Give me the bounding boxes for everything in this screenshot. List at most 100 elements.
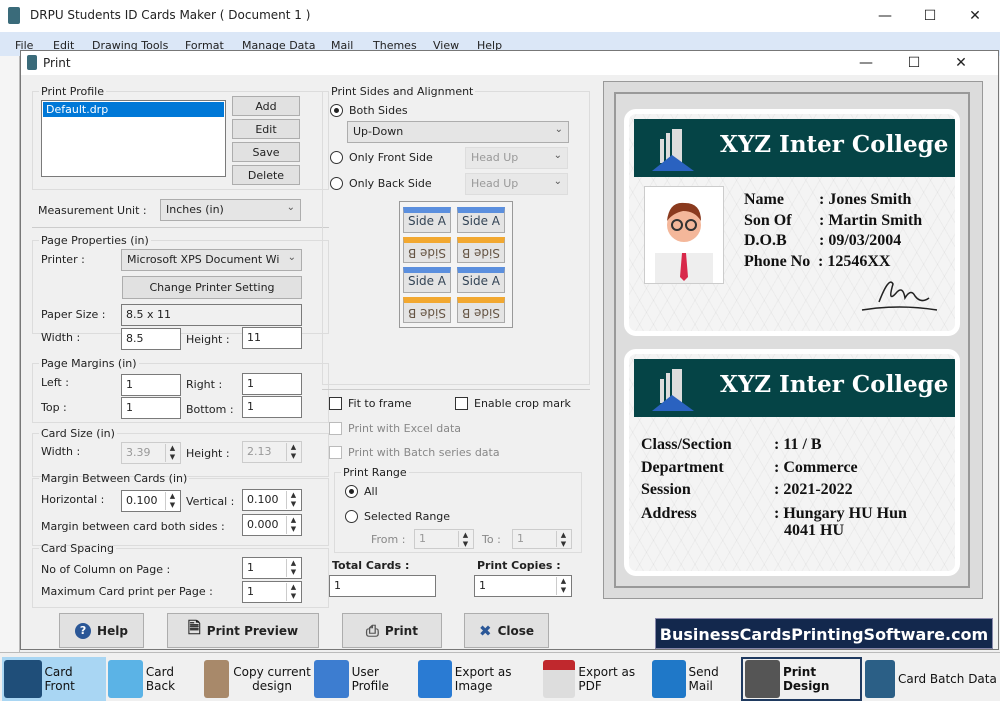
spinner-icon[interactable]: ▲ ▼ bbox=[165, 492, 179, 510]
divider bbox=[32, 227, 329, 228]
toolbar-export-image[interactable]: Export as Image bbox=[418, 657, 542, 701]
both-sides-select[interactable]: Up-Down ⌄ bbox=[347, 121, 569, 143]
dialog-close-button[interactable]: ✕ bbox=[941, 51, 981, 75]
all-range-label: All bbox=[364, 485, 378, 498]
measurement-unit-label: Measurement Unit : bbox=[38, 204, 147, 217]
selected-range-label: Selected Range bbox=[364, 510, 451, 523]
toolbar-label: Send Mail bbox=[688, 665, 719, 693]
spinner-icon: ▲ ▼ bbox=[458, 531, 472, 548]
spinner-icon[interactable]: ▲ ▼ bbox=[286, 516, 300, 534]
help-button[interactable]: ? Help bbox=[59, 613, 144, 648]
add-profile-button[interactable]: Add bbox=[232, 96, 300, 116]
toolbar-send-mail[interactable]: Send Mail bbox=[652, 657, 740, 701]
field-label: Address bbox=[641, 505, 697, 522]
toolbar-card-back[interactable]: Card Back bbox=[108, 657, 202, 701]
toolbar-export-pdf[interactable]: Export as PDF bbox=[543, 657, 650, 701]
spinner-icon[interactable]: ▲ ▼ bbox=[286, 583, 300, 601]
width-label: Width : bbox=[41, 331, 81, 344]
minimize-button[interactable]: — bbox=[865, 4, 905, 28]
spinner-icon[interactable]: ▲ ▼ bbox=[556, 577, 570, 595]
left-margin-input[interactable]: 1 bbox=[121, 374, 181, 396]
max-cards-value: 1 bbox=[247, 585, 254, 598]
back-side-radio[interactable] bbox=[330, 177, 343, 190]
college-logo-icon bbox=[652, 369, 694, 411]
horizontal-margin-input[interactable]: 0.100 ▲ ▼ bbox=[121, 490, 181, 512]
change-printer-setting-button[interactable]: Change Printer Setting bbox=[122, 276, 302, 299]
delete-profile-button[interactable]: Delete bbox=[232, 165, 300, 185]
print-copies-input[interactable]: 1 ▲ ▼ bbox=[474, 575, 572, 597]
print-preview-button[interactable]: 🗎 Print Preview bbox=[167, 613, 319, 648]
right-margin-input[interactable]: 1 bbox=[242, 373, 302, 395]
toolbar-card-front[interactable]: Card Front bbox=[2, 657, 106, 701]
vertical-margin-input[interactable]: 0.100 ▲ ▼ bbox=[242, 489, 302, 511]
print-dialog: Print — ☐ ✕ Print Profile Default.drp Ad… bbox=[20, 50, 999, 650]
batch-data-icon bbox=[865, 660, 895, 698]
front-side-radio[interactable] bbox=[330, 151, 343, 164]
both-sides-value: Up-Down bbox=[353, 125, 404, 138]
total-cards-input[interactable]: 1 bbox=[329, 575, 436, 597]
close-window-button[interactable]: ✕ bbox=[955, 4, 995, 28]
toolbar-print-design[interactable]: Print Design bbox=[741, 657, 862, 701]
export-image-icon bbox=[418, 660, 452, 698]
field-label: Son Of bbox=[744, 212, 792, 229]
save-profile-button[interactable]: Save bbox=[232, 142, 300, 162]
dialog-maximize-button[interactable]: ☐ bbox=[894, 51, 934, 75]
max-cards-input[interactable]: 1 ▲ ▼ bbox=[242, 581, 302, 603]
chevron-down-icon: ⌄ bbox=[287, 252, 296, 263]
to-input: 1 ▲ ▼ bbox=[512, 529, 572, 549]
vertical-margin-value: 0.100 bbox=[247, 493, 279, 506]
spinner-icon: ▲ ▼ bbox=[556, 531, 570, 548]
selected-range-radio[interactable] bbox=[345, 510, 358, 523]
fit-to-frame-label: Fit to frame bbox=[348, 397, 412, 410]
bottom-margin-input[interactable]: 1 bbox=[242, 396, 302, 418]
toolbar-user-profile[interactable]: User Profile bbox=[314, 657, 414, 701]
columns-input[interactable]: 1 ▲ ▼ bbox=[242, 557, 302, 579]
all-range-radio[interactable] bbox=[345, 485, 358, 498]
both-sides-margin-label: Margin between card both sides : bbox=[41, 520, 225, 533]
page-width-input[interactable]: 8.5 bbox=[121, 328, 181, 350]
page-height-input[interactable]: 11 bbox=[242, 327, 302, 349]
fit-to-frame-checkbox[interactable] bbox=[329, 397, 342, 410]
print-label: Print bbox=[384, 623, 418, 638]
front-side-value: Head Up bbox=[471, 151, 519, 164]
bottom-margin-label: Bottom : bbox=[186, 403, 234, 416]
side-b-tile: Side B bbox=[457, 237, 505, 263]
edit-profile-button[interactable]: Edit bbox=[232, 119, 300, 139]
max-cards-label: Maximum Card print per Page : bbox=[41, 585, 213, 598]
paper-size-label: Paper Size : bbox=[41, 308, 106, 321]
profile-list-item[interactable]: Default.drp bbox=[43, 102, 224, 117]
chevron-down-icon: ⌄ bbox=[554, 124, 563, 135]
profile-list[interactable]: Default.drp bbox=[41, 100, 226, 177]
app-icon bbox=[8, 7, 20, 24]
maximize-button[interactable]: ☐ bbox=[910, 4, 950, 28]
spinner-icon[interactable]: ▲ ▼ bbox=[286, 559, 300, 577]
card-back-icon bbox=[108, 660, 143, 698]
crop-mark-checkbox[interactable] bbox=[455, 397, 468, 410]
measurement-unit-select[interactable]: Inches (in) ⌄ bbox=[160, 199, 301, 221]
layout-preview: Side A Side A Side B Side B Side A Side … bbox=[399, 201, 513, 328]
card-width-value: 3.39 bbox=[126, 446, 151, 459]
paper-size-field[interactable]: 8.5 x 11 bbox=[121, 304, 302, 326]
toolbar-copy-design[interactable]: Copy current design bbox=[204, 657, 312, 701]
columns-value: 1 bbox=[247, 561, 254, 574]
close-button[interactable]: ✖ Close bbox=[464, 613, 549, 648]
college-logo-icon bbox=[652, 129, 694, 171]
both-sides-margin-input[interactable]: 0.000 ▲ ▼ bbox=[242, 514, 302, 536]
field-value: : Jones Smith bbox=[819, 191, 912, 208]
both-sides-radio[interactable] bbox=[330, 104, 343, 117]
toolbar-card-batch-data[interactable]: Card Batch Data bbox=[865, 657, 997, 701]
dialog-minimize-button[interactable]: — bbox=[846, 51, 886, 75]
printer-value: Microsoft XPS Document Wi bbox=[127, 253, 280, 266]
card-spacing-legend: Card Spacing bbox=[41, 542, 114, 555]
top-margin-input[interactable]: 1 bbox=[121, 397, 181, 419]
front-side-select: Head Up ⌄ bbox=[465, 147, 568, 169]
card-size-legend: Card Size (in) bbox=[41, 427, 115, 440]
to-label: To : bbox=[482, 533, 501, 546]
excel-data-checkbox bbox=[329, 422, 342, 435]
excel-data-label: Print with Excel data bbox=[348, 422, 462, 435]
printer-select[interactable]: Microsoft XPS Document Wi ⌄ bbox=[121, 249, 302, 271]
field-value: : 09/03/2004 bbox=[819, 232, 902, 249]
print-button[interactable]: ⎙ Print bbox=[342, 613, 442, 648]
print-preview-icon: 🗎 bbox=[187, 618, 201, 637]
spinner-icon[interactable]: ▲ ▼ bbox=[286, 491, 300, 509]
